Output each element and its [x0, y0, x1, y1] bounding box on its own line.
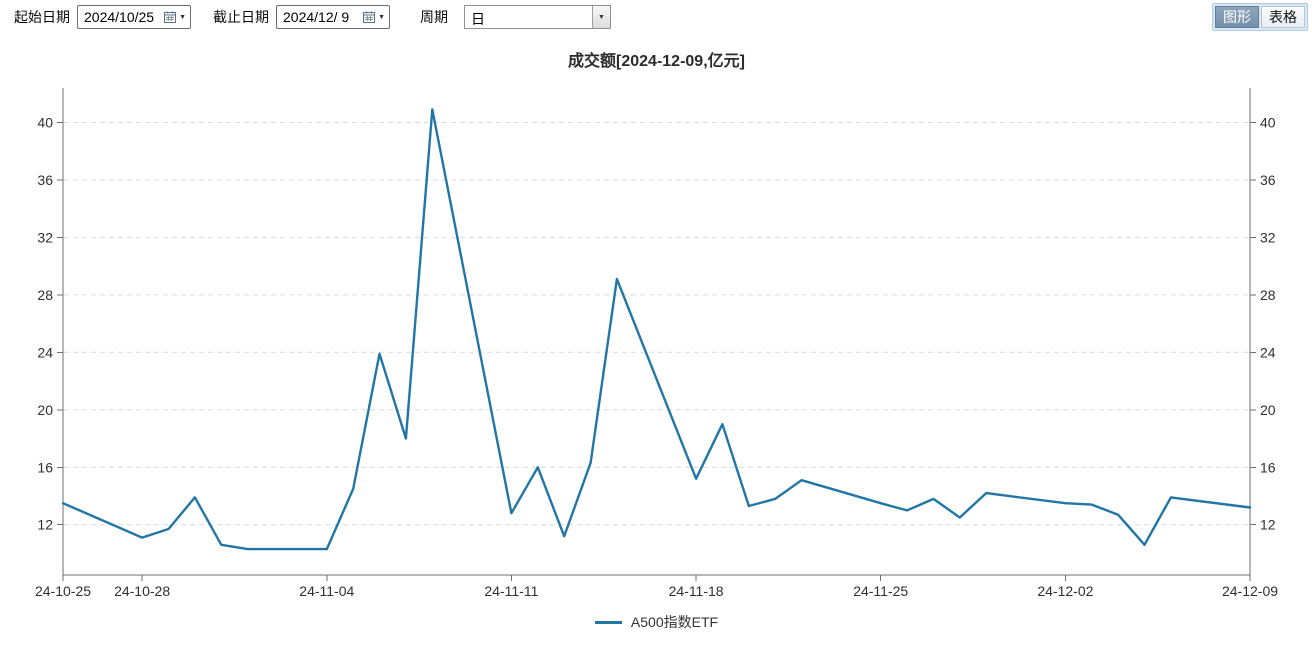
- svg-text:28: 28: [1260, 287, 1276, 303]
- start-date-picker[interactable]: ▼: [77, 5, 191, 29]
- svg-text:16: 16: [37, 459, 53, 475]
- svg-text:24-10-25: 24-10-25: [35, 583, 91, 599]
- svg-text:24-12-02: 24-12-02: [1037, 583, 1093, 599]
- end-date-label: 截止日期: [213, 7, 269, 27]
- chart-view-button[interactable]: 图形: [1215, 6, 1259, 28]
- svg-text:20: 20: [1260, 402, 1276, 418]
- chevron-down-icon: ▼: [598, 14, 605, 21]
- svg-text:36: 36: [1260, 172, 1276, 188]
- svg-text:24: 24: [37, 344, 53, 360]
- line-chart: 12 12 16 16 20 20 24 24 28 28 32 32 36 36 40 40 24-10-25…: [0, 0, 1312, 645]
- start-date-dropdown[interactable]: ▼: [164, 11, 186, 23]
- svg-text:24-11-04: 24-11-04: [299, 583, 354, 599]
- svg-text:12: 12: [1260, 517, 1276, 533]
- svg-text:36: 36: [37, 172, 53, 188]
- chevron-down-icon: ▼: [179, 14, 186, 21]
- svg-text:32: 32: [1260, 229, 1276, 245]
- svg-text:32: 32: [37, 229, 53, 245]
- svg-text:12: 12: [37, 517, 53, 533]
- period-select[interactable]: 日 ▼: [464, 5, 611, 29]
- period-dropdown-button[interactable]: ▼: [592, 6, 610, 28]
- start-date-input[interactable]: [84, 9, 164, 25]
- calendar-icon: [363, 11, 376, 23]
- chart-title: 成交额[2024-12-09,亿元]: [63, 47, 1250, 71]
- end-date-dropdown[interactable]: ▼: [363, 11, 385, 23]
- toolbar: 起始日期 ▼ 截止日期: [0, 0, 1312, 34]
- svg-text:24-11-18: 24-11-18: [669, 583, 724, 599]
- svg-text:20: 20: [37, 402, 53, 418]
- period-label: 周期: [420, 7, 448, 27]
- period-value: 日: [465, 6, 592, 28]
- start-date-label: 起始日期: [14, 7, 70, 27]
- legend: A500指数ETF: [63, 612, 1250, 632]
- svg-text:24-11-11: 24-11-11: [484, 583, 538, 599]
- svg-text:40: 40: [1260, 115, 1276, 131]
- chevron-down-icon: ▼: [378, 14, 385, 21]
- svg-text:40: 40: [37, 115, 53, 131]
- svg-text:24-10-28: 24-10-28: [114, 583, 170, 599]
- svg-text:24-12-09: 24-12-09: [1222, 583, 1278, 599]
- svg-text:16: 16: [1260, 459, 1276, 475]
- svg-text:28: 28: [37, 287, 53, 303]
- svg-text:24-11-25: 24-11-25: [853, 583, 908, 599]
- legend-series-label: A500指数ETF: [631, 612, 718, 632]
- end-date-picker[interactable]: ▼: [276, 5, 390, 29]
- calendar-icon: [164, 11, 177, 23]
- table-view-button[interactable]: 表格: [1261, 6, 1305, 28]
- end-date-input[interactable]: [283, 9, 363, 25]
- legend-line-swatch: [595, 621, 622, 624]
- view-switch: 图形 表格: [1212, 3, 1308, 31]
- svg-text:24: 24: [1260, 344, 1276, 360]
